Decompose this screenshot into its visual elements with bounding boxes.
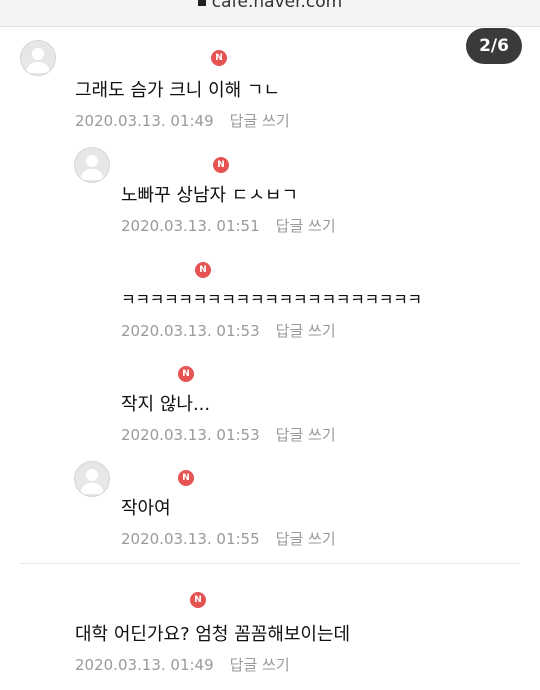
comment-meta: 2020.03.13. 01:53 답글 쓰기	[121, 320, 336, 341]
reply-button[interactable]: 답글 쓰기	[276, 530, 336, 548]
lock-icon	[197, 0, 206, 6]
url-display[interactable]: cafe.naver.com	[0, 0, 540, 12]
thread-divider	[20, 563, 520, 564]
reply-button[interactable]: 답글 쓰기	[276, 322, 336, 340]
reply-button[interactable]: 답글 쓰기	[276, 426, 336, 444]
new-badge: N	[211, 50, 227, 66]
avatar-icon[interactable]	[74, 461, 110, 497]
new-badge: N	[213, 157, 229, 173]
comment-date: 2020.03.13. 01:49	[75, 656, 214, 674]
browser-url-bar[interactable]: cafe.naver.com	[0, 0, 540, 27]
new-badge: N	[195, 262, 211, 278]
url-text: cafe.naver.com	[211, 0, 343, 12]
comment-date: 2020.03.13. 01:51	[121, 217, 260, 235]
comment-meta: 2020.03.13. 01:51 답글 쓰기	[121, 215, 336, 236]
comment-date: 2020.03.13. 01:49	[75, 112, 214, 130]
comment-text: 작지 않나...	[121, 394, 211, 415]
comment-text: 노빠꾸 상남자 ㄷㅅㅂㄱ	[121, 185, 299, 206]
comment-meta: 2020.03.13. 01:53 답글 쓰기	[121, 424, 336, 445]
comment-meta: 2020.03.13. 01:55 답글 쓰기	[121, 528, 336, 549]
comment-text: 대학 어딘가요? 엄청 꼼꼼해보이는데	[75, 624, 351, 645]
avatar-icon[interactable]	[74, 147, 110, 183]
reply-button[interactable]: 답글 쓰기	[230, 112, 290, 130]
new-badge: N	[178, 366, 194, 382]
new-badge: N	[190, 592, 206, 608]
reply-button[interactable]: 답글 쓰기	[276, 217, 336, 235]
comment-date: 2020.03.13. 01:53	[121, 426, 260, 444]
new-badge: N	[178, 470, 194, 486]
avatar-icon[interactable]	[20, 40, 56, 76]
reply-button[interactable]: 답글 쓰기	[230, 656, 290, 674]
comment-text: 작아여	[121, 498, 171, 519]
comment-date: 2020.03.13. 01:55	[121, 530, 260, 548]
page-indicator: 2/6	[466, 28, 522, 64]
comment-text: ㅋㅋㅋㅋㅋㅋㅋㅋㅋㅋㅋㅋㅋㅋㅋㅋㅋㅋㅋㅋㅋ	[121, 290, 422, 309]
comment-text: 그래도 슴가 크니 이해 ㄱㄴ	[75, 80, 281, 101]
comment-meta: 2020.03.13. 01:49 답글 쓰기	[75, 110, 290, 131]
comment-date: 2020.03.13. 01:53	[121, 322, 260, 340]
comment-meta: 2020.03.13. 01:49 답글 쓰기	[75, 654, 290, 675]
